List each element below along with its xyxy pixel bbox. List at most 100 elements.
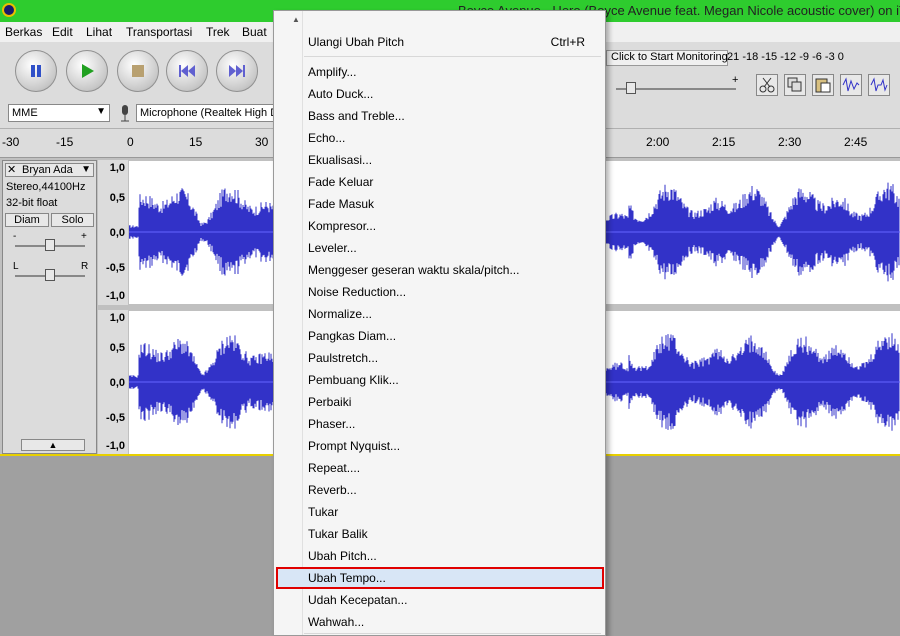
menu-item-effect[interactable]: Tukar — [308, 505, 338, 519]
scale-label: 0,5 — [109, 342, 125, 354]
scale-label: 0,0 — [109, 227, 125, 239]
play-icon — [82, 64, 94, 78]
menu-item-effect[interactable]: Tukar Balik — [308, 527, 368, 541]
menu-lihat[interactable]: Lihat — [86, 25, 112, 39]
menu-item-effect[interactable]: Pangkas Diam... — [308, 329, 396, 343]
chevron-down-icon: ▼ — [81, 164, 91, 175]
menu-item-effect[interactable]: Normalize... — [308, 307, 372, 321]
gain-knob[interactable] — [45, 239, 55, 251]
scale-label: 1,0 — [109, 312, 125, 324]
close-icon[interactable]: ✕ — [7, 163, 16, 176]
skip-start-icon — [179, 65, 195, 77]
menu-buat[interactable]: Buat — [242, 25, 267, 39]
menu-item-effect[interactable]: Paulstretch... — [308, 351, 378, 365]
pan-right-label: R — [81, 261, 89, 272]
scale-label: 1,0 — [109, 162, 125, 174]
skip-to-end-button[interactable] — [216, 50, 258, 92]
copy-icon — [787, 77, 802, 92]
menu-item-effect[interactable]: Auto Duck... — [308, 87, 373, 101]
amplitude-scale-right: 1,0 0,5 0,0 -0,5 -1,0 — [98, 310, 128, 455]
paste-button[interactable] — [812, 74, 834, 96]
solo-button[interactable]: Solo — [51, 213, 94, 227]
scale-label: -1,0 — [106, 440, 125, 452]
menu-item-effect[interactable]: Fade Keluar — [308, 175, 373, 189]
menu-item-effect[interactable]: Kompresor... — [308, 219, 376, 233]
menu-item-effect[interactable]: Udah Kecepatan... — [308, 593, 407, 607]
pan-knob[interactable] — [45, 269, 55, 281]
menu-item-effect[interactable]: Pembuang Klik... — [308, 373, 399, 387]
paste-icon — [815, 78, 831, 93]
scale-label: -1,0 — [106, 290, 125, 302]
ruler-tick: 0 — [127, 135, 134, 149]
microphone-icon — [121, 105, 129, 122]
menu-item-effect[interactable]: Menggeser geseran waktu skala/pitch... — [308, 263, 519, 277]
silence-audio-button[interactable] — [868, 74, 890, 96]
menu-item-effect[interactable]: Reverb... — [308, 483, 357, 497]
menu-item-effect[interactable]: Ubah Tempo... — [308, 571, 386, 585]
menu-trek[interactable]: Trek — [206, 25, 230, 39]
menu-item-effect[interactable]: Repeat.... — [308, 461, 360, 475]
scroll-up-arrow-icon[interactable]: ▲ — [292, 15, 300, 24]
scale-label: -0,5 — [106, 412, 125, 424]
collapse-track-button[interactable]: ▲ — [21, 439, 85, 451]
trim-audio-button[interactable] — [840, 74, 862, 96]
menu-separator — [304, 633, 601, 634]
menu-transportasi[interactable]: Transportasi — [126, 25, 192, 39]
gain-plus-label: + — [81, 231, 87, 242]
chevron-up-icon: ▲ — [48, 440, 58, 450]
pan-left-label: L — [13, 261, 19, 272]
ruler-tick: 2:45 — [844, 135, 868, 149]
menu-item-effect[interactable]: Amplify... — [308, 65, 356, 79]
menu-item-effect[interactable]: Phaser... — [308, 417, 355, 431]
gain-minus-label: - — [13, 231, 17, 242]
mute-button[interactable]: Diam — [5, 213, 49, 227]
ruler-tick: 30 — [255, 135, 269, 149]
audio-host-select[interactable]: MME ▼ — [8, 104, 110, 122]
menu-item-effect[interactable]: Ubah Pitch... — [308, 549, 377, 563]
copy-button[interactable] — [784, 74, 806, 96]
track-format: Stereo,44100Hz — [6, 181, 86, 193]
menu-item-effect[interactable]: Fade Masuk — [308, 197, 374, 211]
menu-item-effect[interactable]: Bass and Treble... — [308, 109, 405, 123]
menu-gutter — [302, 11, 303, 635]
recording-device-select[interactable]: Microphone (Realtek High D — [136, 104, 276, 122]
scissors-icon — [759, 77, 775, 93]
waveform-trim-icon — [842, 77, 860, 92]
menu-item-effect[interactable]: Leveler... — [308, 241, 357, 255]
ruler-tick: 15 — [189, 135, 203, 149]
ruler-tick: 2:30 — [778, 135, 802, 149]
menu-item-effect[interactable]: Prompt Nyquist... — [308, 439, 400, 453]
menu-item-effect[interactable]: Echo... — [308, 131, 345, 145]
pause-icon — [31, 65, 41, 77]
play-button[interactable] — [66, 50, 108, 92]
effect-menu: ▲ Ulangi Ubah Pitch Ctrl+R Amplify... Aut… — [273, 10, 606, 636]
trim-button[interactable] — [756, 74, 778, 96]
ruler-tick: -15 — [56, 135, 74, 149]
pause-button[interactable] — [15, 50, 57, 92]
menu-item-effect[interactable]: Wahwah... — [308, 615, 364, 629]
scale-label: -0,5 — [106, 262, 125, 274]
scale-label: 0,5 — [109, 192, 125, 204]
track-name-menu[interactable]: ✕ Bryan Ada ▼ — [5, 163, 94, 177]
menu-berkas[interactable]: Berkas — [5, 25, 42, 39]
menu-item-repeat-last[interactable]: Ulangi Ubah Pitch — [308, 35, 404, 49]
menu-edit[interactable]: Edit — [52, 25, 73, 39]
skip-to-start-button[interactable] — [166, 50, 208, 92]
stop-icon — [132, 65, 144, 77]
ruler-tick: 2:00 — [646, 135, 670, 149]
audacity-app-icon — [2, 3, 16, 17]
monitor-label: Click to Start Monitoring — [611, 51, 728, 63]
track-control-panel: ✕ Bryan Ada ▼ Stereo,44100Hz 32-bit floa… — [2, 160, 97, 454]
waveform-silence-icon — [870, 77, 888, 92]
menu-item-effect[interactable]: Perbaiki — [308, 395, 351, 409]
stop-button[interactable] — [117, 50, 159, 92]
playback-volume-knob[interactable] — [626, 82, 636, 94]
ruler-tick: -30 — [2, 135, 20, 149]
menu-item-effect[interactable]: Ekualisasi... — [308, 153, 372, 167]
monitor-meter[interactable]: Click to Start Monitoring — [606, 50, 728, 66]
chevron-down-icon: ▼ — [96, 106, 106, 117]
amplitude-scale-left: 1,0 0,5 0,0 -0,5 -1,0 — [98, 160, 128, 305]
skip-end-icon — [229, 65, 245, 77]
scale-label: 0,0 — [109, 377, 125, 389]
menu-item-effect[interactable]: Noise Reduction... — [308, 285, 406, 299]
